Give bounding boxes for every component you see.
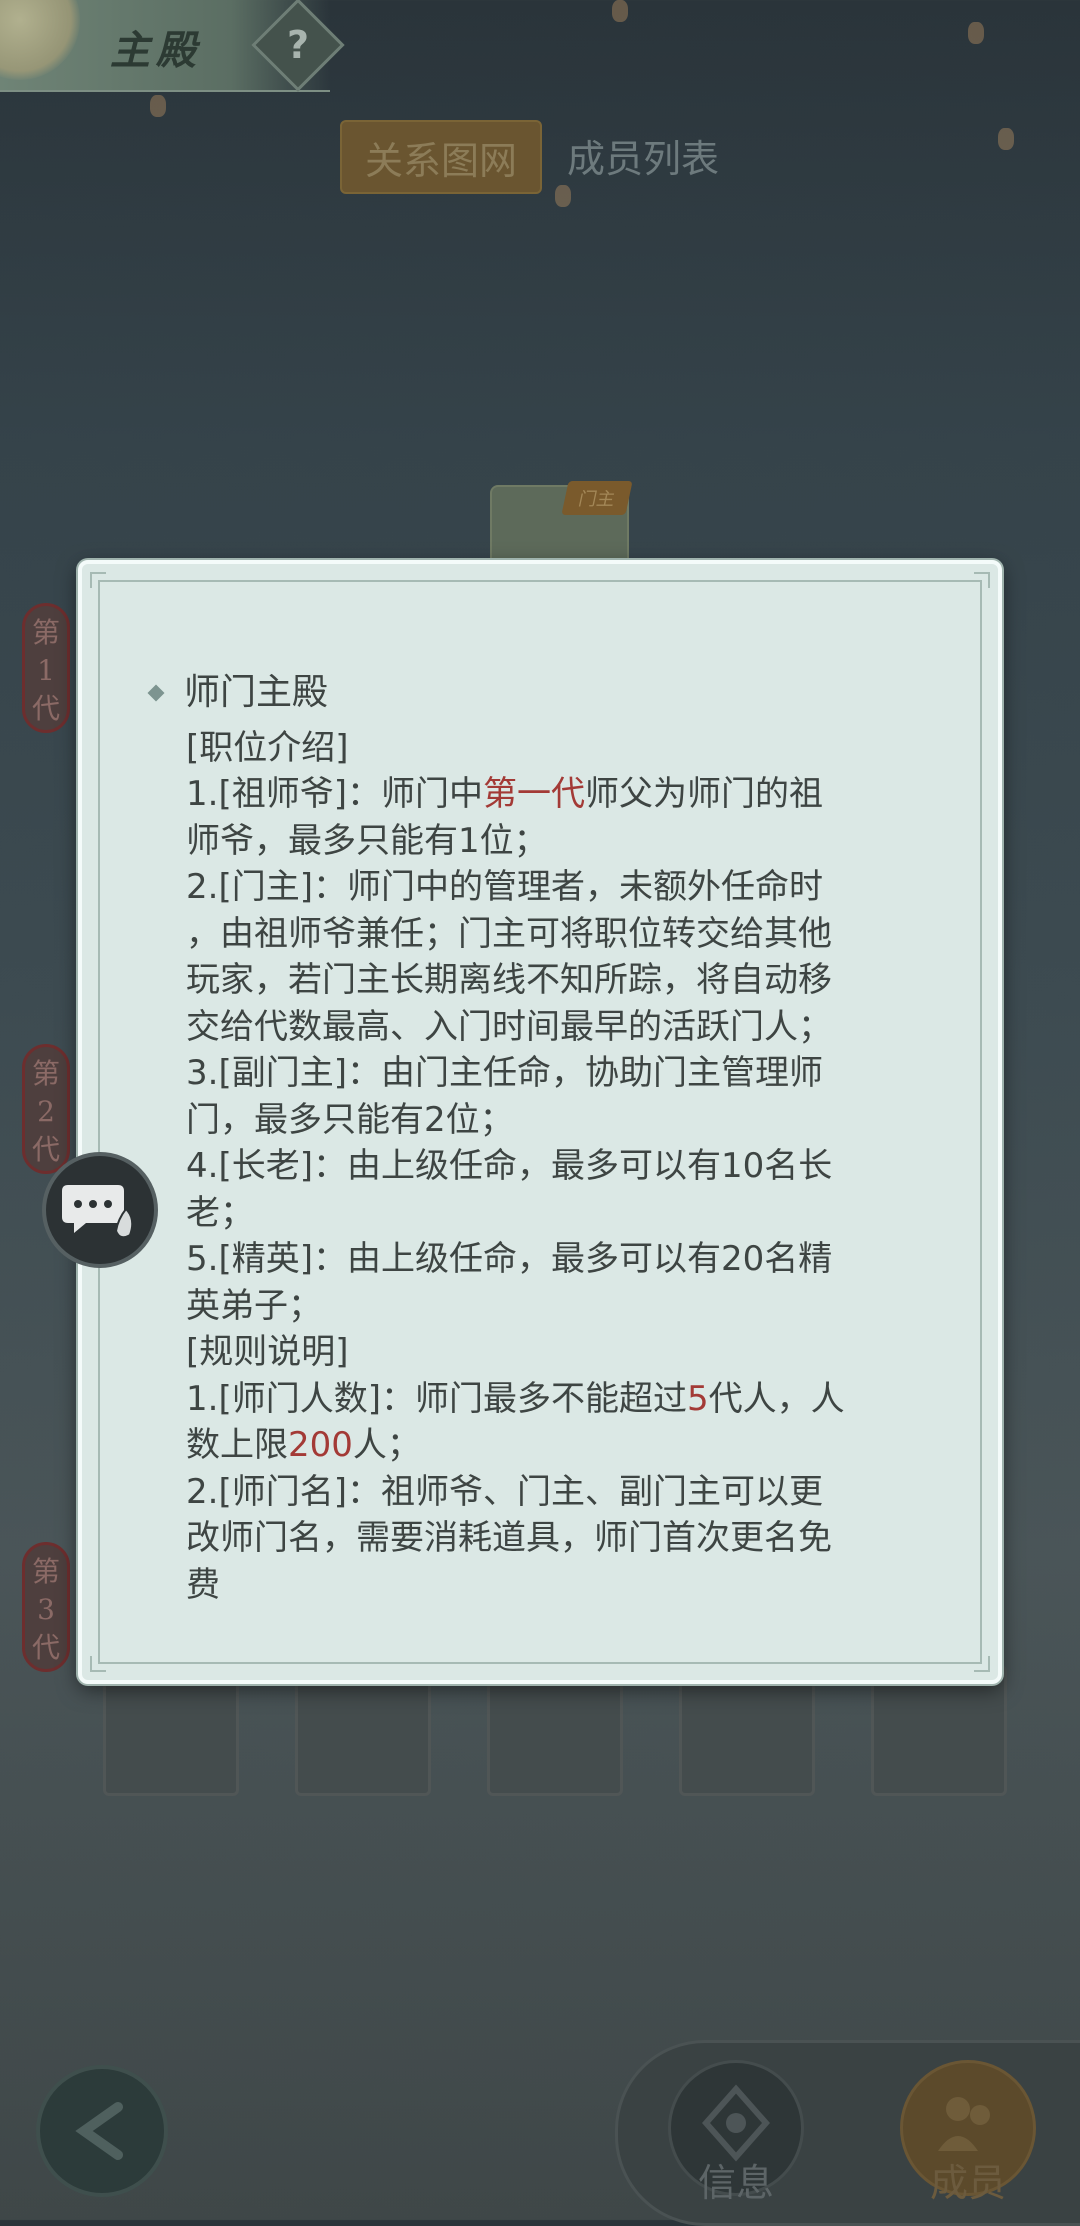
rule-line: 费 xyxy=(186,1562,946,1601)
rule-text: 3.[副门主]：由门主任命，协助门主管理师 xyxy=(186,1053,823,1093)
lantern-decoration xyxy=(555,185,571,207)
frame-corner xyxy=(90,1656,106,1672)
rule-text: 代人，人 xyxy=(708,1378,845,1419)
member-slot[interactable] xyxy=(103,1665,239,1796)
rule-text: 5.[精英]：由上级任命，最多可以有20名精 xyxy=(186,1239,833,1279)
rule-text: 门，最多只能有2位； xyxy=(186,1099,514,1140)
help-icon: ? xyxy=(286,23,310,67)
rule-line: 2.[师门名]：祖师爷、门主、副门主可以更 xyxy=(186,1469,946,1516)
rule-text: 4.[长老]：由上级任命，最多可以有10名长 xyxy=(186,1146,833,1186)
rule-line: 1.[祖师爷]：师门中第一代师父为师门的祖 xyxy=(186,771,946,818)
rule-text: 交给代数最高、入门时间最早的活跃门人； xyxy=(186,1006,832,1047)
rule-text: 老； xyxy=(186,1192,254,1233)
back-button[interactable] xyxy=(36,2065,168,2197)
tab-member-list[interactable]: 成员列表 xyxy=(548,120,738,190)
rules-text: [职位介绍] 1.[祖师爷]：师门中第一代师父为师门的祖 师爷，最多只能有1位； 2.… xyxy=(146,725,946,1601)
rule-text: 2.[门主]：师门中的管理者，未额外任命时 xyxy=(186,867,823,907)
rule-line: 师爷，最多只能有1位； xyxy=(186,818,946,865)
members-icon xyxy=(938,2097,990,2151)
rule-text: 1.[祖师爷]：师门中 xyxy=(186,774,483,814)
rule-line: 1.[师门人数]：师门最多不能超过5代人，人 xyxy=(186,1376,946,1423)
generation-tag-3: 第3代 xyxy=(22,1542,70,1672)
back-icon xyxy=(75,2102,123,2160)
diamond-bullet-icon xyxy=(147,684,165,702)
info-button[interactable]: 信息 xyxy=(668,2060,804,2205)
chat-button[interactable] xyxy=(42,1152,158,1268)
rule-line: 5.[精英]：由上级任命，最多可以有20名精 xyxy=(186,1236,946,1283)
generation-tag-1: 第1代 xyxy=(22,603,70,733)
rule-line: 改师门名，需要消耗道具，师门首次更名免 xyxy=(186,1515,946,1562)
highlight-text: 200 xyxy=(288,1425,353,1465)
page-title: 主殿 xyxy=(110,27,202,74)
rule-text: [规则说明] xyxy=(186,1332,349,1372)
dialog-content[interactable]: 师门主殿 [职位介绍] 1.[祖师爷]：师门中第一代师父为师门的祖 师爷，最多只能有… xyxy=(146,670,946,1600)
member-slot[interactable] xyxy=(487,1665,623,1796)
info-icon xyxy=(701,2084,771,2162)
rule-text: 数上限 xyxy=(186,1425,288,1465)
rule-line: 3.[副门主]：由门主任命，协助门主管理师 xyxy=(186,1050,946,1097)
rule-text: 1.[师门人数]：师门最多不能超过 xyxy=(186,1378,687,1419)
generation-tag-2: 第2代 xyxy=(22,1044,70,1174)
frame-corner xyxy=(974,572,990,588)
highlight-text: 5 xyxy=(686,1378,709,1419)
rule-line: 数上限200人； xyxy=(186,1422,946,1469)
members-button[interactable]: 成员 xyxy=(900,2060,1036,2205)
chat-icon xyxy=(62,1185,134,1239)
lantern-decoration xyxy=(998,128,1014,150)
rule-line: 2.[门主]：师门中的管理者，未额外任命时 xyxy=(186,864,946,911)
lantern-decoration xyxy=(150,95,166,117)
section-title: 师门主殿 xyxy=(184,672,329,713)
rule-line: 交给代数最高、入门时间最早的活跃门人； xyxy=(186,1004,946,1051)
master-badge: 门主 xyxy=(561,481,633,515)
rule-text: [职位介绍] xyxy=(186,727,349,768)
frame-corner xyxy=(974,1656,990,1672)
rule-text: 师爷，最多只能有1位； xyxy=(186,820,548,861)
rule-text: 英弟子； xyxy=(186,1285,322,1326)
highlight-text: 第一代 xyxy=(482,774,585,814)
section-header: 师门主殿 xyxy=(146,670,946,717)
lantern-decoration xyxy=(968,22,984,44)
member-slot[interactable] xyxy=(679,1665,815,1796)
tab-relation-graph[interactable]: 关系图网 xyxy=(340,120,542,194)
rule-text: 改师门名，需要消耗道具，师门首次更名免 xyxy=(186,1518,832,1558)
info-dialog: 师门主殿 [职位介绍] 1.[祖师爷]：师门中第一代师父为师门的祖 师爷，最多只能有… xyxy=(78,560,1002,1684)
rule-line: [职位介绍] xyxy=(186,725,946,772)
frame-corner xyxy=(90,572,106,588)
rule-line: [规则说明] xyxy=(186,1329,946,1376)
rule-line: ，由祖师爷兼任；门主可将职位转交给其他 xyxy=(186,911,946,958)
rule-text: 玩家，若门主长期离线不知所踪，将自动移 xyxy=(186,960,832,1000)
member-slot[interactable] xyxy=(871,1665,1007,1796)
rule-text: 2.[师门名]：祖师爷、门主、副门主可以更 xyxy=(186,1471,823,1512)
lantern-decoration xyxy=(612,0,628,22)
rule-line: 门，最多只能有2位； xyxy=(186,1097,946,1144)
rule-line: 玩家，若门主长期离线不知所踪，将自动移 xyxy=(186,957,946,1004)
member-slot[interactable] xyxy=(295,1665,431,1796)
rule-text: 人； xyxy=(352,1425,421,1465)
rule-line: 4.[长老]：由上级任命，最多可以有10名长 xyxy=(186,1143,946,1190)
rule-text: ，由祖师爷兼任；门主可将职位转交给其他 xyxy=(186,913,832,954)
rule-line: 老； xyxy=(186,1190,946,1237)
rule-text: 费 xyxy=(186,1564,220,1601)
rule-text: 师父为师门的祖 xyxy=(584,774,823,814)
rule-line: 英弟子； xyxy=(186,1283,946,1330)
